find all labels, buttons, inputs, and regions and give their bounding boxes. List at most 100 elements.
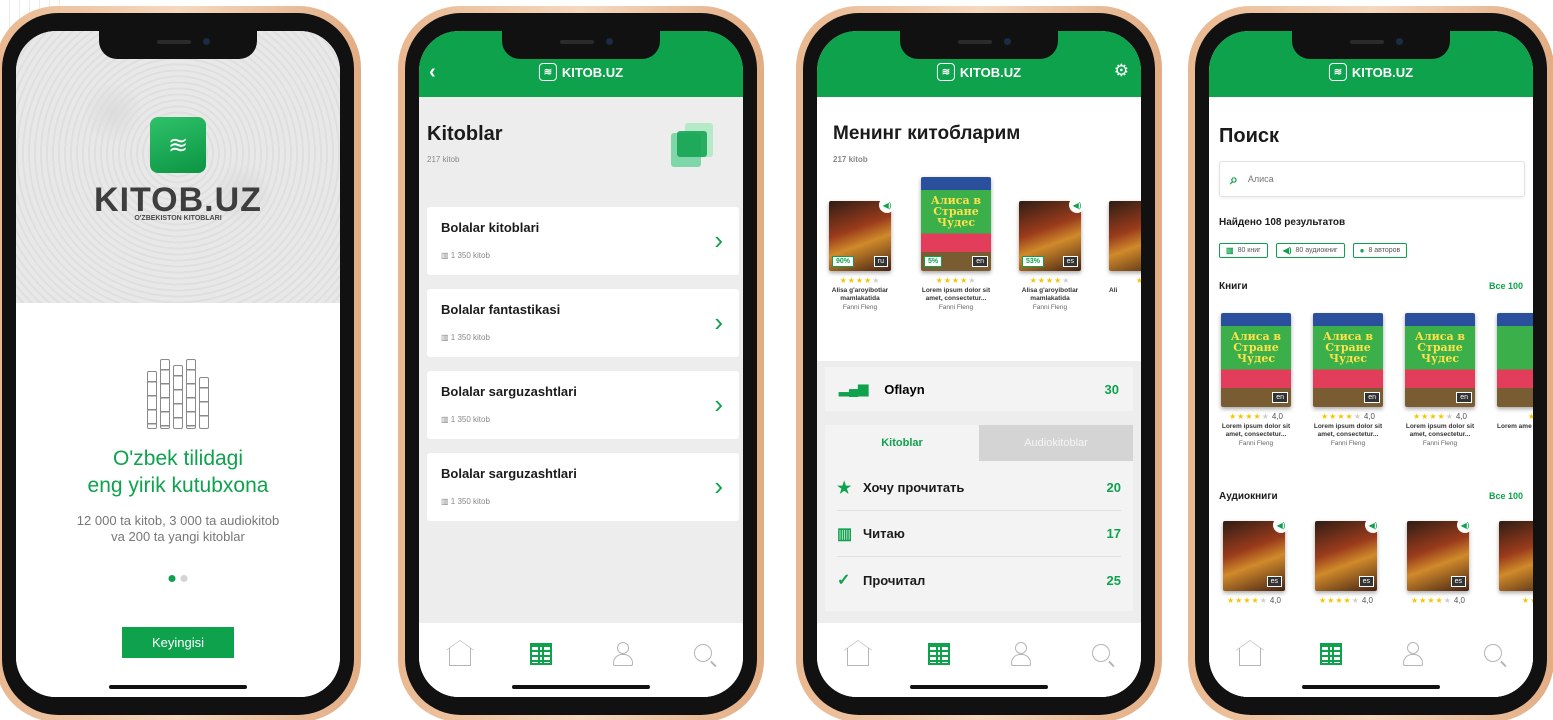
page-title: Kitoblar (427, 123, 503, 145)
book-card[interactable]: Алиса в Стране Чудес 5% en ★★★★★ Lorem ips… (921, 177, 991, 311)
tab-search[interactable] (1479, 639, 1507, 667)
tab-home[interactable] (446, 639, 474, 667)
category-title: Bolalar sarguzashtlari (441, 384, 577, 399)
chip-books[interactable]: ▥ 80 книг (1219, 243, 1268, 258)
dot[interactable] (180, 575, 188, 582)
tab-profile[interactable] (1006, 639, 1034, 667)
phone-search: ≋ KITOB.UZ Поиск ⌕ Алиса Найдено 108 резул… (1188, 6, 1553, 720)
mockup-stage: ≋ KITOB.UZ O'ZBEKISTON KITOBLARI O'zbek … (0, 0, 1553, 720)
category-card[interactable]: Bolalar sarguzashtlari ▥ 1 350 kitob › (427, 371, 739, 439)
star-icon: ★ (837, 479, 852, 497)
list-item[interactable]: ★ Хочу прочитать 20 (837, 465, 1121, 511)
home-indicator (109, 685, 247, 689)
chevron-right-icon: › (714, 389, 723, 419)
book-title: Lorem ipsum dolor sit amet, consectetur.… (1313, 423, 1383, 438)
subtitle-line-2: va 200 ta yangi kitoblar (111, 529, 245, 544)
lang-badge: es (1450, 576, 1466, 587)
tab-audiobooks-segment[interactable]: Audiokitoblar (979, 425, 1133, 461)
book-author: Fanni Fleng (1422, 440, 1458, 447)
category-card[interactable]: Bolalar sarguzashtlari ▥ 1 350 kitob › (427, 453, 739, 521)
see-all-link[interactable]: Все 100 (1489, 491, 1523, 502)
user-icon (1010, 642, 1031, 666)
book-author: Fanni Fleng (842, 304, 878, 311)
header-logo: ≋ KITOB.UZ (1328, 63, 1413, 81)
book-card[interactable]: Алиса в Стране Чудес en ★★★★★ 4,0 Lorem ipsu… (1405, 313, 1475, 447)
tab-books-segment[interactable]: Kitoblar (825, 425, 979, 461)
tab-profile[interactable] (608, 639, 636, 667)
dot-active[interactable] (168, 575, 176, 582)
category-title: Bolalar kitoblari (441, 220, 540, 235)
lang-badge: en (1272, 392, 1288, 403)
page-dots[interactable] (168, 575, 188, 582)
cover-title: Алиса в Стране Чудес (1230, 330, 1282, 365)
offline-row[interactable]: ▂▄▆ Oflayn 30 (825, 367, 1133, 411)
chip-audiobooks[interactable]: ◀) 80 аудиокниг (1275, 243, 1345, 258)
section-title: Книги (1219, 281, 1248, 292)
book-card[interactable]: ★ Ali (1109, 201, 1141, 295)
lang-badge: en (1364, 392, 1380, 403)
list-label: Читаю (863, 526, 905, 541)
tab-books[interactable] (925, 639, 953, 667)
audio-icon: ◀) (1273, 517, 1289, 533)
lang-badge: es (1358, 576, 1374, 587)
list-count: 20 (1106, 480, 1121, 495)
chevron-right-icon: › (714, 307, 723, 337)
tab-profile[interactable] (1398, 639, 1426, 667)
books-carousel: ◀) 90% ru ★★★★★ Alisa g'aroyibotlar mamlak… (817, 177, 1141, 331)
progress-badge: 53% (1022, 256, 1045, 267)
phone-my-books: ≋ KITOB.UZ ⚙ Менинг китобларим 217 kitob … (796, 6, 1162, 720)
audio-icon: ◀) (1282, 246, 1292, 255)
home-icon (448, 648, 471, 666)
audiobook-card[interactable]: ◀) es ★★★★★ 4,0 (1407, 517, 1473, 605)
next-button[interactable]: Keyingisi (122, 627, 234, 658)
book-card[interactable]: Алиса в Стране Чудес en ★★★★★ 4,0 Lorem ipsu… (1313, 313, 1383, 447)
status-list: ★ Хочу прочитать 20 ▥ Читаю 17 ✓ Прочитал 25 (825, 461, 1133, 611)
audiobook-card[interactable]: ◀) es ★★★★★ 4,0 (1315, 517, 1381, 605)
list-item[interactable]: ✓ Прочитал 25 (837, 557, 1121, 603)
lang-badge: es (1266, 576, 1282, 587)
logo-icon: ≋ (538, 63, 557, 81)
tab-home[interactable] (844, 639, 872, 667)
tab-books[interactable] (1317, 639, 1345, 667)
book-icon (529, 643, 552, 665)
logo-text: KITOB.UZ (959, 64, 1022, 80)
book-card[interactable]: Алиса в Стране Чудес en ★★★★★ 4,0 Lorem ipsu… (1221, 313, 1291, 447)
book-cover: Алиса в Стране Чудес en (1313, 313, 1383, 407)
book-cover: ◀) es (1223, 517, 1289, 591)
book-cover: Алиса в Стране Чудес 5% en (921, 177, 991, 271)
page-count: 217 kitob (833, 155, 868, 164)
see-all-link[interactable]: Все 100 (1489, 281, 1523, 292)
book-title: Lorem ipsum dolor sit amet, consectetur.… (1405, 423, 1475, 438)
back-arrow-icon[interactable]: ‹ (429, 61, 436, 84)
search-input[interactable]: ⌕ Алиса (1219, 161, 1525, 197)
page-title: Поиск (1219, 125, 1280, 147)
header-logo: ≋ KITOB.UZ (538, 63, 623, 81)
chip-authors[interactable]: ● 8 авторов (1352, 243, 1408, 258)
list-item[interactable]: ▥ Читаю 17 (837, 511, 1121, 557)
tab-search[interactable] (1087, 639, 1115, 667)
check-circle-icon: ✓ (837, 572, 851, 589)
book-card[interactable]: ◀) 53% es ★★★★★ Alisa g'aroyibotlar mamlak… (1019, 197, 1085, 311)
list-label: Хочу прочитать (863, 480, 965, 495)
lang-badge: en (972, 256, 988, 267)
search-icon (1091, 644, 1110, 662)
book-title: Lorem ame (1497, 423, 1532, 430)
audiobook-card[interactable]: ◀) es ★★★★★ 4,0 (1223, 517, 1289, 605)
gear-icon[interactable]: ⚙ (1114, 61, 1129, 81)
tab-home[interactable] (1236, 639, 1264, 667)
rating-stars: ★★★★★ 4,0 (1227, 596, 1281, 605)
onboarding-subtitle: 12 000 ta kitob, 3 000 ta audiokitob va 2… (16, 513, 340, 545)
rating-stars: ★ (1135, 276, 1141, 285)
segment-control: Kitoblar Audiokitoblar (825, 425, 1133, 461)
audiobook-card[interactable]: ★★ (1499, 521, 1533, 605)
category-card[interactable]: Bolalar kitoblari ▥ 1 350 kitob › (427, 207, 739, 275)
book-card[interactable]: ◀) 90% ru ★★★★★ Alisa g'aroyibotlar mamlak… (829, 197, 895, 311)
category-card[interactable]: Bolalar fantastikasi ▥ 1 350 kitob › (427, 289, 739, 357)
audio-icon: ◀) (1365, 517, 1381, 533)
subtitle-line-1: 12 000 ta kitob, 3 000 ta audiokitob (76, 513, 280, 528)
book-card[interactable]: ★ Lorem ame (1497, 313, 1533, 431)
tab-books[interactable] (527, 639, 555, 667)
tab-search[interactable] (689, 639, 717, 667)
progress-badge: 5% (924, 256, 943, 267)
book-author: Fanni Fleng (938, 304, 974, 311)
